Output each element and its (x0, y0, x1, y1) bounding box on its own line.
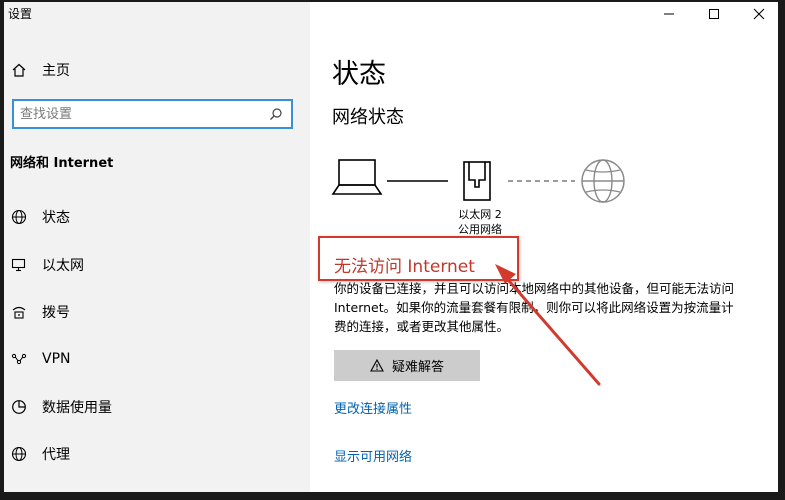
minimize-icon (664, 13, 674, 15)
sidebar-item-label: 以太网 (42, 258, 84, 274)
sidebar-item-label: 主页 (42, 63, 70, 79)
adapter-name: 以太网 2 (458, 208, 502, 221)
network-diagram (331, 159, 625, 203)
settings-window: 设置 主页 网络和 Internet 状态 以太网 (4, 2, 778, 492)
section-heading: 网络和 Internet (10, 156, 114, 171)
sidebar-item-label: 代理 (42, 447, 70, 463)
sidebar-item-data-usage[interactable]: 数据使用量 (10, 394, 112, 420)
maximize-button[interactable] (704, 4, 724, 24)
data-usage-icon (10, 398, 28, 416)
warning-icon (370, 359, 384, 372)
close-icon (753, 8, 765, 20)
sidebar-item-home[interactable]: 主页 (10, 58, 70, 82)
ethernet-icon (10, 256, 28, 274)
vpn-icon (10, 350, 28, 368)
search-box[interactable] (12, 99, 293, 129)
sidebar-item-label: 数据使用量 (42, 400, 112, 416)
annotation-highlight-box (318, 236, 519, 281)
ethernet-adapter-icon (463, 161, 491, 201)
minimize-button[interactable] (659, 4, 679, 24)
home-icon (10, 61, 28, 79)
maximize-icon (709, 9, 719, 19)
adapter-type: 公用网络 (458, 223, 502, 236)
sidebar-item-status[interactable]: 状态 (10, 204, 70, 230)
globe-icon (10, 208, 28, 226)
search-icon[interactable] (265, 103, 287, 125)
sidebar-item-vpn[interactable]: VPN (10, 346, 71, 372)
internet-globe-icon (581, 159, 625, 203)
troubleshoot-button[interactable]: 疑难解答 (334, 350, 480, 381)
sidebar-item-label: 拨号 (42, 305, 70, 321)
sidebar-item-label: 状态 (42, 210, 70, 226)
window-title: 设置 (8, 7, 33, 21)
close-button[interactable] (749, 4, 769, 24)
sidebar-item-ethernet[interactable]: 以太网 (10, 252, 84, 278)
network-status-heading: 网络状态 (332, 107, 404, 128)
dialup-icon (10, 303, 28, 321)
page-title: 状态 (332, 59, 386, 90)
sidebar-item-proxy[interactable]: 代理 (10, 441, 70, 467)
status-description: 你的设备已连接，并且可以访问本地网络中的其他设备，但可能无法访问 Interne… (334, 281, 735, 334)
change-connection-properties-link[interactable]: 更改连接属性 (334, 398, 412, 417)
search-input[interactable] (14, 105, 265, 123)
sidebar-item-label: VPN (42, 351, 71, 367)
proxy-globe-icon (10, 445, 28, 463)
computer-icon (331, 159, 383, 195)
sidebar: 设置 主页 网络和 Internet 状态 以太网 (4, 2, 310, 492)
sidebar-item-dialup[interactable]: 拨号 (10, 299, 70, 325)
show-available-networks-link[interactable]: 显示可用网络 (334, 446, 412, 465)
troubleshoot-label: 疑难解答 (391, 360, 444, 375)
adapter-label: 以太网 2 公用网络 (450, 207, 510, 237)
